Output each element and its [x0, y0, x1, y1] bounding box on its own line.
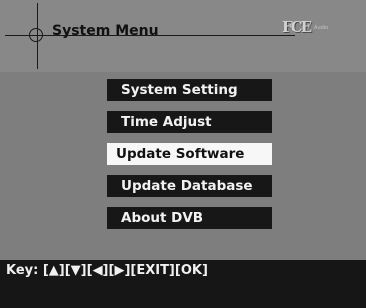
brand-logo-subtext: Audio: [314, 25, 329, 31]
menu-item-update-software[interactable]: Update Software: [107, 143, 272, 165]
menu-item-time-adjust[interactable]: Time Adjust: [107, 111, 272, 133]
key-hint-text: Key: [▲][▼][◀][▶][EXIT][OK]: [6, 263, 208, 278]
brand-logo-text: FCE: [282, 18, 312, 36]
key-hint-bar: Key: [▲][▼][◀][▶][EXIT][OK]: [0, 260, 366, 308]
menu-item-system-setting[interactable]: System Setting: [107, 79, 272, 101]
osd-screen: System Menu FCE Audio System Setting Tim…: [0, 0, 366, 308]
menu-item-about-dvb[interactable]: About DVB: [107, 207, 272, 229]
system-menu-list: System Setting Time Adjust Update Softwa…: [107, 79, 272, 239]
page-title: System Menu: [52, 23, 159, 39]
header-bar: System Menu FCE Audio: [0, 0, 366, 72]
menu-item-update-database[interactable]: Update Database: [107, 175, 272, 197]
brand-logo: FCE Audio: [282, 15, 328, 39]
crosshair-icon: [29, 28, 43, 42]
